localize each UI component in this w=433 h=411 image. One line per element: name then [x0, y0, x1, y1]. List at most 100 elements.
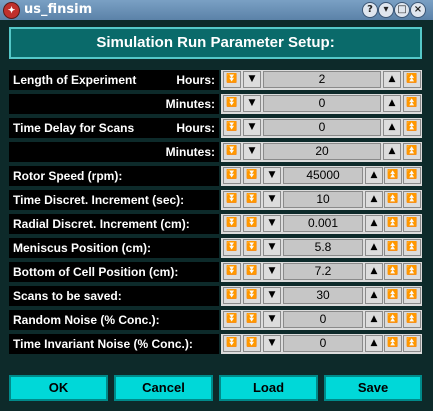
increment-icon[interactable]: ▲ — [383, 143, 401, 160]
time-increment-value[interactable]: 10 — [283, 191, 363, 208]
app-window: ✦ us_finsim ? ▾ □ × Simulation Run Param… — [0, 0, 433, 411]
delay-minutes-value[interactable]: 20 — [263, 143, 381, 160]
decrement-xlarge-icon[interactable]: ⏬ — [223, 239, 241, 256]
decrement-icon[interactable]: ▼ — [263, 263, 281, 280]
decrement-large-icon[interactable]: ⏬ — [223, 95, 241, 112]
decrement-xlarge-icon[interactable]: ⏬ — [223, 311, 241, 328]
random-noise-label: Random Noise (% Conc.): — [9, 310, 219, 330]
decrement-xlarge-icon[interactable]: ⏬ — [223, 263, 241, 280]
increment-xlarge-icon[interactable]: ⏫ — [403, 287, 421, 304]
decrement-large-icon[interactable]: ⏬ — [243, 239, 261, 256]
increment-large-icon[interactable]: ⏫ — [403, 143, 421, 160]
save-button[interactable]: Save — [324, 375, 422, 401]
decrement-icon[interactable]: ▼ — [263, 215, 281, 232]
increment-xlarge-icon[interactable]: ⏫ — [403, 263, 421, 280]
increment-icon[interactable]: ▲ — [365, 263, 383, 280]
row-delay-hours: Time Delay for Scans Hours: ⏬ ▼ 0 ▲ ⏫ — [9, 118, 422, 138]
decrement-large-icon[interactable]: ⏬ — [243, 263, 261, 280]
window-title: us_finsim — [24, 2, 93, 17]
increment-icon[interactable]: ▲ — [383, 71, 401, 88]
decrement-icon[interactable]: ▼ — [263, 287, 281, 304]
increment-icon[interactable]: ▲ — [365, 335, 383, 352]
radial-increment-value[interactable]: 0.001 — [283, 215, 363, 232]
increment-icon[interactable]: ▲ — [365, 167, 383, 184]
delay-hours-value[interactable]: 0 — [263, 119, 381, 136]
experiment-hours-value[interactable]: 2 — [263, 71, 381, 88]
row-experiment-hours: Length of Experiment Hours: ⏬ ▼ 2 ▲ ⏫ — [9, 70, 422, 90]
increment-xlarge-icon[interactable]: ⏫ — [403, 335, 421, 352]
meniscus-value[interactable]: 5.8 — [283, 239, 363, 256]
increment-xlarge-icon[interactable]: ⏫ — [403, 215, 421, 232]
minimize-button[interactable]: ▾ — [378, 2, 394, 18]
time-increment-label: Time Discret. Increment (sec): — [9, 190, 219, 210]
decrement-xlarge-icon[interactable]: ⏬ — [223, 167, 241, 184]
row-meniscus: Meniscus Position (cm): ⏬ ⏬ ▼ 5.8 ▲ ⏫ ⏫ — [9, 238, 422, 258]
increment-icon[interactable]: ▲ — [383, 119, 401, 136]
row-experiment-minutes: Minutes: ⏬ ▼ 0 ▲ ⏫ — [9, 94, 422, 114]
decrement-icon[interactable]: ▼ — [263, 335, 281, 352]
experiment-minutes-value[interactable]: 0 — [263, 95, 381, 112]
decrement-large-icon[interactable]: ⏬ — [223, 119, 241, 136]
close-button[interactable]: × — [410, 2, 426, 18]
title-bar[interactable]: ✦ us_finsim ? ▾ □ × — [0, 0, 433, 21]
maximize-button[interactable]: □ — [394, 2, 410, 18]
rotor-label: Rotor Speed (rpm): — [9, 166, 219, 186]
cancel-button[interactable]: Cancel — [114, 375, 213, 401]
ti-noise-value[interactable]: 0 — [283, 335, 363, 352]
increment-large-icon[interactable]: ⏫ — [403, 119, 421, 136]
increment-icon[interactable]: ▲ — [365, 239, 383, 256]
help-button[interactable]: ? — [362, 2, 378, 18]
increment-large-icon[interactable]: ⏫ — [384, 191, 402, 208]
rotor-value[interactable]: 45000 — [283, 167, 363, 184]
increment-large-icon[interactable]: ⏫ — [384, 311, 402, 328]
decrement-large-icon[interactable]: ⏬ — [223, 71, 241, 88]
decrement-icon[interactable]: ▼ — [263, 239, 281, 256]
increment-large-icon[interactable]: ⏫ — [384, 239, 402, 256]
increment-large-icon[interactable]: ⏫ — [384, 167, 402, 184]
increment-large-icon[interactable]: ⏫ — [403, 71, 421, 88]
decrement-xlarge-icon[interactable]: ⏬ — [223, 191, 241, 208]
meniscus-label: Meniscus Position (cm): — [9, 238, 219, 258]
decrement-xlarge-icon[interactable]: ⏬ — [223, 335, 241, 352]
ok-button[interactable]: OK — [9, 375, 108, 401]
increment-icon[interactable]: ▲ — [383, 95, 401, 112]
increment-xlarge-icon[interactable]: ⏫ — [403, 167, 421, 184]
decrement-icon[interactable]: ▼ — [263, 311, 281, 328]
increment-large-icon[interactable]: ⏫ — [403, 95, 421, 112]
increment-icon[interactable]: ▲ — [365, 215, 383, 232]
decrement-icon[interactable]: ▼ — [263, 191, 281, 208]
decrement-large-icon[interactable]: ⏬ — [243, 191, 261, 208]
decrement-large-icon[interactable]: ⏬ — [243, 311, 261, 328]
increment-large-icon[interactable]: ⏫ — [384, 215, 402, 232]
random-noise-value[interactable]: 0 — [283, 311, 363, 328]
row-bottom-cell: Bottom of Cell Position (cm): ⏬ ⏬ ▼ 7.2 … — [9, 262, 422, 282]
decrement-icon[interactable]: ▼ — [243, 95, 261, 112]
decrement-large-icon[interactable]: ⏬ — [243, 215, 261, 232]
decrement-large-icon[interactable]: ⏬ — [223, 143, 241, 160]
decrement-icon[interactable]: ▼ — [243, 71, 261, 88]
increment-large-icon[interactable]: ⏫ — [384, 287, 402, 304]
increment-icon[interactable]: ▲ — [365, 311, 383, 328]
decrement-large-icon[interactable]: ⏬ — [243, 167, 261, 184]
bottom-cell-value[interactable]: 7.2 — [283, 263, 363, 280]
row-time-increment: Time Discret. Increment (sec): ⏬ ⏬ ▼ 10 … — [9, 190, 422, 210]
load-button[interactable]: Load — [219, 375, 318, 401]
increment-icon[interactable]: ▲ — [365, 191, 383, 208]
increment-xlarge-icon[interactable]: ⏫ — [403, 191, 421, 208]
decrement-large-icon[interactable]: ⏬ — [243, 287, 261, 304]
decrement-icon[interactable]: ▼ — [243, 119, 261, 136]
increment-xlarge-icon[interactable]: ⏫ — [403, 239, 421, 256]
row-random-noise: Random Noise (% Conc.): ⏬ ⏬ ▼ 0 ▲ ⏫ ⏫ — [9, 310, 422, 330]
increment-large-icon[interactable]: ⏫ — [384, 263, 402, 280]
decrement-icon[interactable]: ▼ — [243, 143, 261, 160]
decrement-icon[interactable]: ▼ — [263, 167, 281, 184]
increment-xlarge-icon[interactable]: ⏫ — [403, 311, 421, 328]
increment-large-icon[interactable]: ⏫ — [384, 335, 402, 352]
decrement-xlarge-icon[interactable]: ⏬ — [223, 215, 241, 232]
radial-increment-label: Radial Discret. Increment (cm): — [9, 214, 219, 234]
scans-value[interactable]: 30 — [283, 287, 363, 304]
decrement-xlarge-icon[interactable]: ⏬ — [223, 287, 241, 304]
increment-icon[interactable]: ▲ — [365, 287, 383, 304]
decrement-large-icon[interactable]: ⏬ — [243, 335, 261, 352]
app-icon[interactable]: ✦ — [3, 2, 20, 19]
